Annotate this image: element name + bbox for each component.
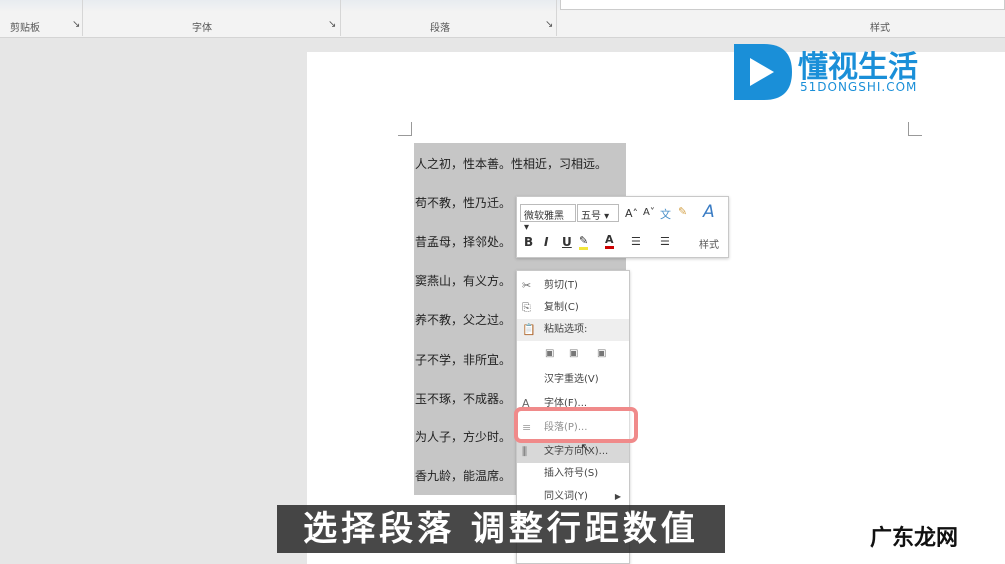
group-paragraph: 段落 xyxy=(430,23,450,34)
bold-button[interactable]: B xyxy=(524,235,533,249)
numbering-icon[interactable]: ☰ xyxy=(660,235,670,248)
styles-gallery[interactable] xyxy=(560,0,1005,10)
menu-label: 汉字重选(V) xyxy=(544,374,599,385)
text-line[interactable]: 香九龄，能温席。 xyxy=(415,467,511,484)
grow-font-icon[interactable]: A˄ xyxy=(625,207,638,220)
mini-toolbar: 微软雅黑 ▾ 五号 ▾ A˄ A˅ 文 ✎ A B I U ✎ A ☰ ☰ 样式 xyxy=(516,196,729,258)
shrink-font-icon[interactable]: A˅ xyxy=(643,207,655,218)
font-color-icon[interactable]: A xyxy=(605,233,614,249)
paste-keep-format-icon[interactable]: ▣ xyxy=(545,343,554,365)
text-line[interactable]: 昔孟母，择邻处。 xyxy=(415,233,511,250)
scissors-icon: ✂ xyxy=(522,279,532,292)
format-painter-icon[interactable]: ✎ xyxy=(678,205,687,218)
underline-button[interactable]: U xyxy=(562,235,572,249)
menu-item-copy[interactable]: ⎘ 复制(C) xyxy=(517,297,629,319)
menu-item-reconvert[interactable]: 汉字重选(V) xyxy=(517,369,629,391)
margin-corner xyxy=(908,122,922,136)
logo-site: 51DONGSHI.COM xyxy=(800,80,918,94)
menu-label: 复制(C) xyxy=(544,302,579,313)
group-font: 字体 xyxy=(192,23,212,34)
ribbon: 剪贴板 ↘ 字体 ↘ 段落 ↘ 样式 xyxy=(0,0,1005,38)
menu-paste-options-header: 📋 粘贴选项: xyxy=(517,319,629,341)
group-styles: 样式 xyxy=(870,23,890,34)
menu-label: 文字方向(X)... xyxy=(544,446,609,457)
margin-corner xyxy=(398,122,412,136)
font-name-value: 微软雅黑 xyxy=(524,211,564,222)
paste-icon: 📋 xyxy=(522,323,536,336)
text-line[interactable]: 窦燕山，有义方。 xyxy=(415,272,511,289)
phonetic-guide-icon[interactable]: 文 xyxy=(660,206,671,222)
watermark: 广东龙网 xyxy=(870,526,959,551)
video-subtitle: 选择段落 调整行距数值 xyxy=(277,505,725,553)
text-line[interactable]: 玉不琢，不成器。 xyxy=(415,390,511,407)
paste-text-only-icon[interactable]: ▣ xyxy=(597,343,606,365)
font-launcher-icon[interactable]: ↘ xyxy=(328,19,336,30)
text-line[interactable]: 子不学，非所宜。 xyxy=(415,351,511,368)
styles-label: 样式 xyxy=(699,240,719,251)
logo-play-icon xyxy=(734,44,792,100)
menu-label: 粘贴选项: xyxy=(544,324,588,335)
menu-item-insert-symbol[interactable]: 插入符号(S) xyxy=(517,463,629,485)
font-size-dropdown[interactable]: 五号 ▾ xyxy=(577,204,619,222)
paragraph-launcher-icon[interactable]: ↘ xyxy=(545,19,553,30)
text-direction-icon: ⫼ xyxy=(522,445,528,458)
font-size-value: 五号 xyxy=(581,211,601,222)
text-line[interactable]: 养不教，父之过。 xyxy=(415,311,511,328)
mouse-cursor-icon: ↖ xyxy=(580,441,591,456)
menu-label: 同义词(Y) xyxy=(544,491,588,502)
paste-merge-icon[interactable]: ▣ xyxy=(569,343,578,365)
group-clipboard: 剪贴板 xyxy=(10,23,40,34)
text-line[interactable]: 为人子，方少时。 xyxy=(415,428,511,445)
menu-item-cut[interactable]: ✂ 剪切(T) xyxy=(517,275,629,297)
annotation-highlight xyxy=(514,407,638,443)
italic-button[interactable]: I xyxy=(544,235,548,249)
paste-options: ▣ ▣ ▣ xyxy=(517,343,629,367)
bullets-icon[interactable]: ☰ xyxy=(631,235,641,248)
clipboard-launcher-icon[interactable]: ↘ xyxy=(72,19,80,30)
text-line[interactable]: 人之初，性本善。性相近，习相远。 xyxy=(415,155,607,172)
font-name-dropdown[interactable]: 微软雅黑 ▾ xyxy=(520,204,576,233)
menu-label: 剪切(T) xyxy=(544,280,578,291)
menu-label: 插入符号(S) xyxy=(544,468,599,479)
styles-icon[interactable]: A xyxy=(703,202,715,222)
text-line[interactable]: 苟不教，性乃迁。 xyxy=(415,194,511,211)
logo: 懂视生活 51DONGSHI.COM xyxy=(730,42,950,102)
menu-item-text-direction[interactable]: ⫼ 文字方向(X)... xyxy=(517,441,629,463)
copy-icon: ⎘ xyxy=(522,301,531,314)
highlight-icon[interactable]: ✎ xyxy=(579,234,589,250)
